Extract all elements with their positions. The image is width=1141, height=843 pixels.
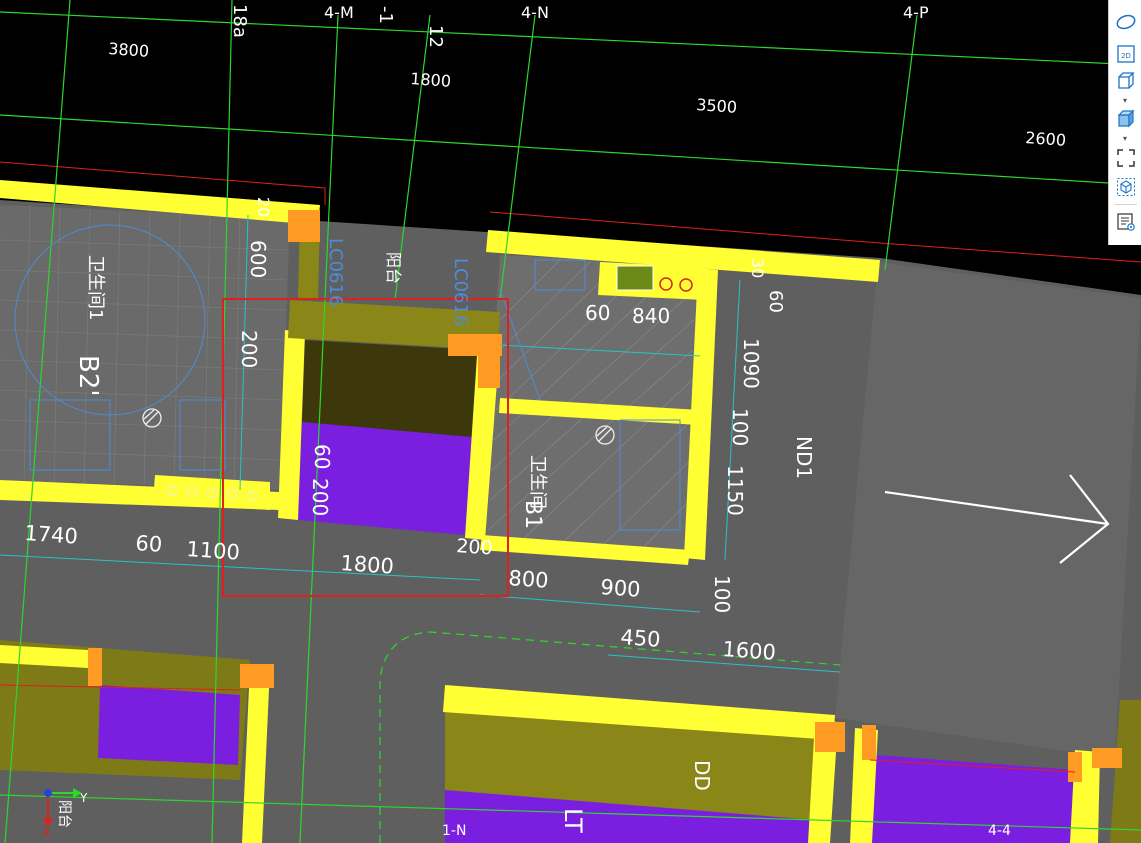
properties-icon[interactable] xyxy=(1113,210,1138,234)
room-label: 卫生间 xyxy=(527,455,548,509)
dimension-text: 1800 xyxy=(340,551,395,579)
dimension-text: 1150 xyxy=(723,465,747,516)
cad-viewport[interactable]: 18a 4-M -1 4-N 4-P 12 1-N 4-4 3800 1800 3500 2600 60… xyxy=(0,0,1141,843)
compass-x-label: X xyxy=(42,825,50,839)
window-label: LC0616 xyxy=(450,258,471,326)
room-label: ND1 xyxy=(792,436,816,479)
axis-label: 4-N xyxy=(521,3,549,22)
dimension-text: 200 xyxy=(308,478,332,516)
dimension-text: 60 xyxy=(310,444,334,469)
dimension-text: 60 xyxy=(585,301,610,325)
home-view-icon[interactable] xyxy=(1113,10,1138,34)
slab-purple-bottom-left xyxy=(98,685,240,765)
2d-view-icon[interactable]: 2D xyxy=(1113,42,1138,66)
dimension-text: 800 xyxy=(508,566,550,593)
room-label: DD xyxy=(690,760,714,791)
dimension-text: 840 xyxy=(632,304,670,328)
compass-note: 阳台 xyxy=(56,800,72,828)
solid-view-icon[interactable] xyxy=(1113,107,1138,131)
floor-slab-right-tilted xyxy=(835,262,1141,758)
window-label: LC0616 xyxy=(325,238,346,306)
3d-box-view-icon[interactable] xyxy=(1113,69,1138,93)
dimension-text: 1600 xyxy=(722,637,777,665)
slab-purple-bottom-right xyxy=(872,755,1075,843)
dimension-text: 30 xyxy=(748,258,767,278)
dimension-text: 3500 xyxy=(696,95,738,117)
dimension-text: 100 xyxy=(710,575,734,613)
view-toolbar: 2D ▾ ▾ xyxy=(1108,0,1141,245)
room-label: B2' xyxy=(73,355,103,397)
dimension-text: 600 xyxy=(246,240,270,278)
dimension-text: 20 xyxy=(254,197,273,217)
dimension-text: 900 xyxy=(600,575,642,602)
dimension-text: 1800 xyxy=(410,69,452,91)
axis-label: -1 xyxy=(375,6,396,24)
dimension-text: 1740 xyxy=(24,521,79,549)
fullscreen-icon[interactable] xyxy=(1113,146,1138,170)
dimension-text: 450 xyxy=(620,625,662,652)
dimension-text: 200 xyxy=(456,535,494,559)
axis-label: 4-M xyxy=(324,3,354,22)
room-label: 阳台 xyxy=(384,252,403,284)
room-label: LT xyxy=(559,808,587,833)
dimension-text: 3800 xyxy=(108,39,150,61)
axis-label: 4-P xyxy=(903,3,929,22)
dimension-text: 2600 xyxy=(1025,128,1067,150)
chevron-down-icon[interactable]: ▾ xyxy=(1120,135,1130,143)
room-label: 卫生间1 xyxy=(85,255,106,320)
dimension-text: 1100 xyxy=(186,537,241,565)
axis-label: 18a xyxy=(229,4,250,38)
chevron-down-icon[interactable]: ▾ xyxy=(1120,97,1130,105)
dimension-text: 60 xyxy=(135,531,163,557)
axis-label: 12 xyxy=(425,25,446,48)
dimension-text: 200 xyxy=(237,330,261,368)
section-box-icon[interactable] xyxy=(1113,175,1138,199)
dimension-text: 60 xyxy=(765,290,786,313)
dimension-text: 100 xyxy=(728,408,752,446)
axis-label: 1-N xyxy=(442,823,466,839)
dimension-text: 1090 xyxy=(739,338,763,389)
toolbar-divider xyxy=(1114,204,1137,205)
axis-label: 4-4 xyxy=(988,823,1011,839)
2d-label: 2D xyxy=(1121,52,1131,60)
